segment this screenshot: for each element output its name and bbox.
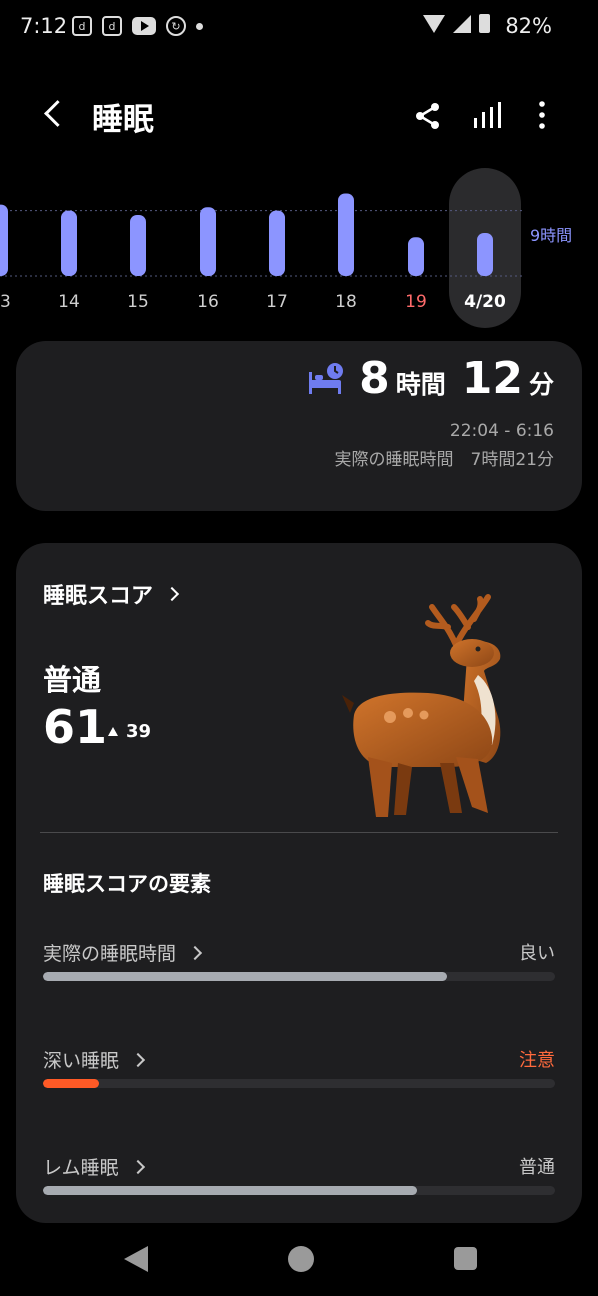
progress-track <box>43 1079 555 1088</box>
sleep-time-range: 22:04 - 6:16 <box>449 421 554 441</box>
chart-tick-label[interactable]: 16 <box>178 292 238 312</box>
sleep-bar-19[interactable] <box>408 237 424 276</box>
battery-percent: 82% <box>505 14 552 38</box>
chevron-right-icon <box>187 945 203 960</box>
back-button[interactable] <box>38 96 68 132</box>
factor-actual-sleep[interactable]: 実際の睡眠時間 良い <box>43 939 555 999</box>
nav-home-icon[interactable] <box>288 1246 314 1272</box>
sleep-score-title: 睡眠スコア <box>43 584 154 609</box>
chart-tick-label[interactable]: 14 <box>39 292 99 312</box>
progress-fill <box>43 972 448 981</box>
chevron-right-icon <box>164 586 180 602</box>
navigation-bar <box>0 1226 598 1296</box>
sleep-bar-17[interactable] <box>269 210 285 276</box>
score-value: 61 <box>43 700 108 754</box>
sleep-bar-13[interactable] <box>0 204 8 276</box>
sleep-bar-16[interactable] <box>200 207 216 276</box>
chart-tick-label[interactable]: 4/20 <box>455 292 515 312</box>
sleep-bar-4-20[interactable] <box>477 233 493 276</box>
chevron-right-icon <box>130 1159 145 1174</box>
more-icon[interactable] <box>528 98 556 132</box>
factor-rem-sleep[interactable]: レム睡眠 普通 <box>43 1153 555 1213</box>
dot-icon <box>196 22 203 30</box>
app-header: 睡眠 <box>0 84 598 146</box>
sleep-chart: 13 14 15 16 17 18 19 4/20 9時間 <box>0 168 598 332</box>
d-app-icon: d <box>72 16 92 36</box>
nav-back-icon[interactable] <box>124 1246 148 1272</box>
chart-tick-label[interactable]: 18 <box>316 292 376 312</box>
score-delta: 39 <box>108 721 151 742</box>
minutes-unit: 分 <box>528 370 554 399</box>
deer-illustration <box>342 594 501 817</box>
triangle-up-icon <box>108 727 118 736</box>
factors-title: 睡眠スコアの要素 <box>43 872 211 896</box>
sleep-hours: 8 <box>359 353 390 404</box>
chart-tick-label[interactable]: 13 <box>0 292 30 312</box>
youtube-icon <box>132 17 156 35</box>
share-icon[interactable] <box>412 100 444 132</box>
stats-icon[interactable] <box>470 100 504 132</box>
progress-track <box>43 972 555 981</box>
reference-line-label: 9時間 <box>530 226 573 245</box>
hours-unit: 時間 <box>395 370 446 399</box>
score-delta-value: 39 <box>126 721 152 742</box>
progress-fill <box>43 1079 100 1088</box>
sleep-bar-18[interactable] <box>338 193 354 276</box>
chart-tick-label[interactable]: 15 <box>108 292 168 312</box>
sleep-bar-14[interactable] <box>61 210 77 276</box>
factor-label: レム睡眠 <box>43 1157 119 1179</box>
bed-clock-icon <box>309 362 344 394</box>
sleep-duration-card[interactable]: 8 時間 12 分 22:04 - 6:16 実際の睡眠時間 7時間21分 <box>16 341 582 511</box>
page-title: 睡眠 <box>92 102 154 138</box>
chevron-right-icon <box>130 1052 146 1067</box>
signal-icon <box>453 14 471 33</box>
progress-track <box>43 1186 555 1195</box>
sleep-score-link[interactable]: 睡眠スコア <box>43 578 180 610</box>
factor-label: 実際の睡眠時間 <box>43 943 177 965</box>
actual-sleep-time: 実際の睡眠時間 7時間21分 <box>334 450 554 470</box>
factor-value: 注意 <box>519 1050 555 1071</box>
chart-tick-label[interactable]: 17 <box>247 292 307 312</box>
sleep-minutes: 12 <box>461 353 523 404</box>
wifi-icon <box>423 14 445 33</box>
progress-fill <box>43 1186 417 1195</box>
status-time: 7:12 <box>20 14 68 38</box>
divider <box>40 832 558 833</box>
chart-tick-label[interactable]: 19 <box>386 292 446 312</box>
status-bar: 7:12 d d ↻ 82% <box>0 0 598 56</box>
factor-deep-sleep[interactable]: 深い睡眠 注意 <box>43 1046 555 1106</box>
sleep-score-card: 睡眠スコア 普通 61 39 睡眠スコアの要素 実際の睡眠時間 良い 深い睡眠 … <box>16 543 582 1223</box>
factor-label: 深い睡眠 <box>43 1050 120 1072</box>
battery-icon <box>479 14 490 33</box>
score-status: 普通 <box>43 663 102 697</box>
factor-value: 普通 <box>519 1157 555 1178</box>
factor-value: 良い <box>519 943 555 964</box>
sync-icon: ↻ <box>166 16 186 36</box>
nav-recents-icon[interactable] <box>454 1247 477 1270</box>
d-app-icon: d <box>102 16 122 36</box>
sleep-bar-15[interactable] <box>130 214 146 276</box>
